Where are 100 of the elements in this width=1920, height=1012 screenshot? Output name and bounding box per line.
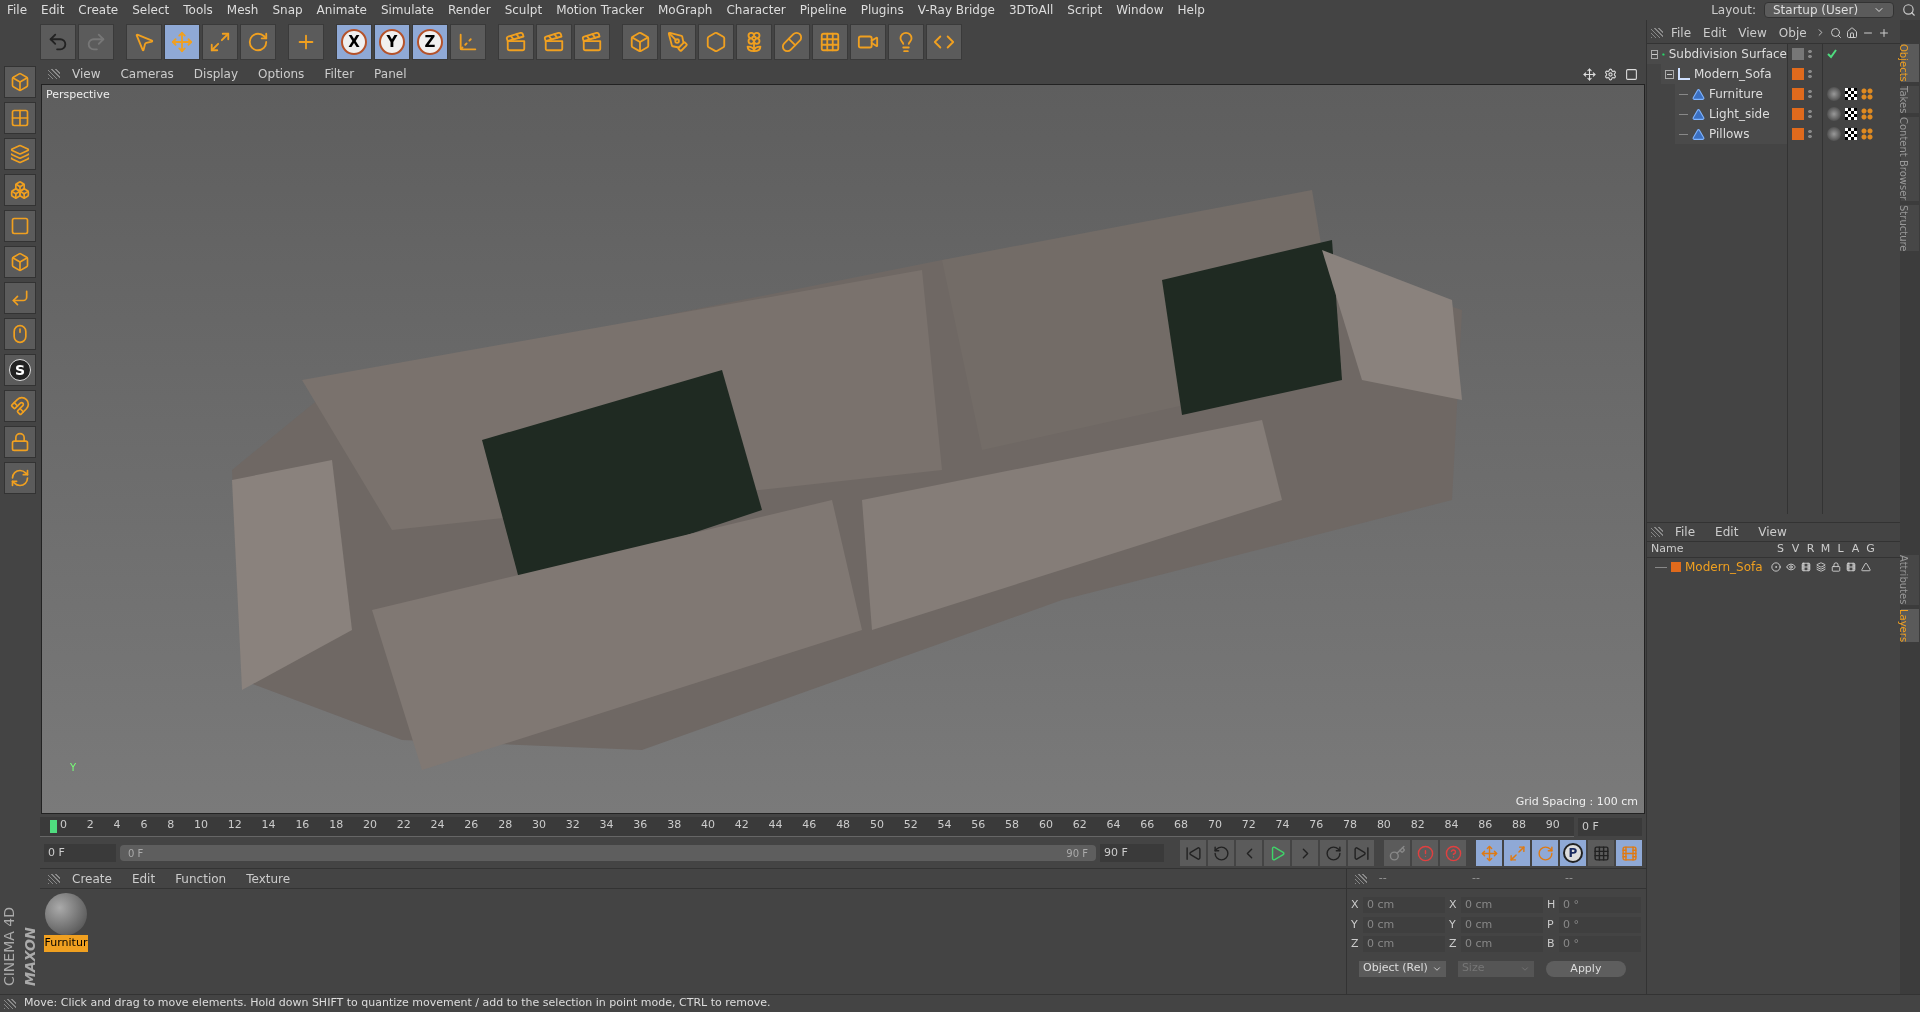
tool-button[interactable] [4,102,36,134]
material-menu-item[interactable]: Create [64,869,120,888]
material-preview[interactable] [45,893,87,935]
maximize-icon[interactable] [1625,67,1638,81]
viewport-menu-item[interactable]: Options [250,65,313,83]
toolbar-button[interactable] [126,24,162,60]
material-name[interactable]: Furnitur [43,935,89,952]
menu-item[interactable]: Render [440,1,498,19]
tool-button[interactable] [4,246,36,278]
tag-dots-icon[interactable] [1861,88,1873,100]
layer-swatch-icon[interactable] [1792,108,1804,120]
toolbar-button[interactable] [660,24,696,60]
manager-icon[interactable] [1816,562,1826,572]
menu-item[interactable]: Mesh [219,1,266,19]
tool-button[interactable] [4,318,36,350]
home-icon[interactable] [1845,26,1858,39]
end-frame-field[interactable]: 90 F [1100,844,1164,862]
menu-item[interactable]: Character [719,1,793,19]
search-icon[interactable] [1829,26,1842,39]
toolbar-button[interactable] [774,24,810,60]
menu-item[interactable]: Plugins [853,1,911,19]
tool-button[interactable] [4,462,36,494]
tool-button[interactable] [4,138,36,170]
column-header[interactable]: Name [1647,541,1773,558]
start-frame-field[interactable]: 0 F [44,844,116,862]
toolbar-button[interactable] [574,24,610,60]
tool-button[interactable] [4,390,36,422]
layout-dropdown[interactable]: Startup (User) [1764,2,1894,18]
checker-tag-icon[interactable] [1845,108,1857,120]
move-arrows-icon[interactable] [1583,67,1596,81]
layer-swatch-icon[interactable] [1792,48,1804,60]
menu-item[interactable]: Edit [34,1,72,19]
animation-icon[interactable] [1846,562,1856,572]
viewport-menu-item[interactable]: Filter [316,65,363,83]
menu-item[interactable]: V-Ray Bridge [910,1,1002,19]
toolbar-button[interactable] [850,24,886,60]
material-menu-item[interactable]: Texture [238,869,299,888]
toolbar-button[interactable] [202,24,238,60]
menu-item[interactable]: Sculpt [497,1,550,19]
checker-tag-icon[interactable] [1845,128,1857,140]
search-icon[interactable] [1902,3,1916,17]
toolbar-button[interactable] [812,24,848,60]
viewport-menu-item[interactable]: Cameras [112,65,182,83]
viewport[interactable]: Perspective Grid Spacing : 100 cm Y [41,84,1645,814]
render-icon[interactable] [1801,562,1811,572]
tag-dots-icon[interactable] [1861,128,1873,140]
menu-item[interactable]: Tools [176,1,220,19]
column-header[interactable]: R [1803,541,1818,558]
side-tab[interactable]: Content Browser [1901,117,1919,201]
new-window-icon[interactable] [1877,26,1890,39]
menu-item[interactable]: Animate [309,1,374,19]
column-header[interactable]: G [1863,541,1878,558]
menu-item[interactable]: File [0,1,35,19]
axis-lock-button[interactable]: Z [412,24,448,60]
toolbar-button[interactable] [164,24,200,60]
eye-icon[interactable] [1786,562,1796,572]
menu-item[interactable]: Snap [265,1,310,19]
mode-dropdown[interactable]: Object (Rel) [1359,960,1446,977]
toolbar-button[interactable] [78,24,114,60]
layer-menu-item[interactable]: Edit [1707,523,1747,541]
collapse-toggle-icon[interactable] [1651,49,1658,59]
side-tab[interactable]: Structure [1901,204,1919,252]
layer-swatch-icon[interactable] [1792,128,1804,140]
layer-menu-item[interactable]: File [1667,523,1704,541]
menu-item[interactable]: Window [1109,1,1171,19]
timeline-ruler[interactable]: 0 2 4 6 8 10 12 14 16 18 20 22 24 26 28 30 32 34 36 38 40 42 44 46 48 50 52 54 56 58 60 62 64 66 68 70 72 74 76 78 80 82 84 86 88 90 [40,817,1574,837]
toolbar-button[interactable] [240,24,276,60]
current-frame-field[interactable]: 0 F [1578,818,1642,836]
toolbar-button[interactable] [450,24,486,60]
tool-button[interactable] [4,66,36,98]
tool-button[interactable] [4,210,36,242]
collapse-toggle-icon[interactable] [1665,69,1674,79]
toolbar-button[interactable] [926,24,962,60]
object-menu-item[interactable]: Obje [1774,23,1811,42]
tool-button[interactable] [4,282,36,314]
menu-item[interactable]: Pipeline [792,1,854,19]
playback-button[interactable]: P [1560,840,1586,866]
layer-swatch-icon[interactable] [1792,88,1804,100]
tool-button[interactable]: S [4,354,36,386]
column-header[interactable]: V [1788,541,1803,558]
toolbar-button[interactable] [498,24,534,60]
object-menu-item[interactable]: File [1667,23,1696,42]
toolbar-button[interactable] [888,24,924,60]
column-header[interactable]: S [1773,541,1788,558]
viewport-menu-item[interactable]: View [64,65,109,83]
tool-button[interactable] [4,426,36,458]
menu-item[interactable]: 3DToAll [1001,1,1061,19]
toolbar-button[interactable] [736,24,772,60]
side-tab[interactable]: Attributes [1901,555,1919,605]
menu-item[interactable]: Simulate [373,1,441,19]
layer-name[interactable]: Modern_Sofa [1681,558,1771,576]
axis-lock-button[interactable]: Y [374,24,410,60]
menu-item[interactable]: Script [1060,1,1110,19]
viewport-menu-item[interactable]: Panel [366,65,415,83]
object-menu-item[interactable]: View [1734,23,1771,42]
tag-dots-icon[interactable] [1861,108,1873,120]
menu-item[interactable]: Create [71,1,126,19]
playback-button[interactable] [1264,840,1290,866]
toolbar-button[interactable] [536,24,572,60]
material-menu-item[interactable]: Edit [123,869,164,888]
